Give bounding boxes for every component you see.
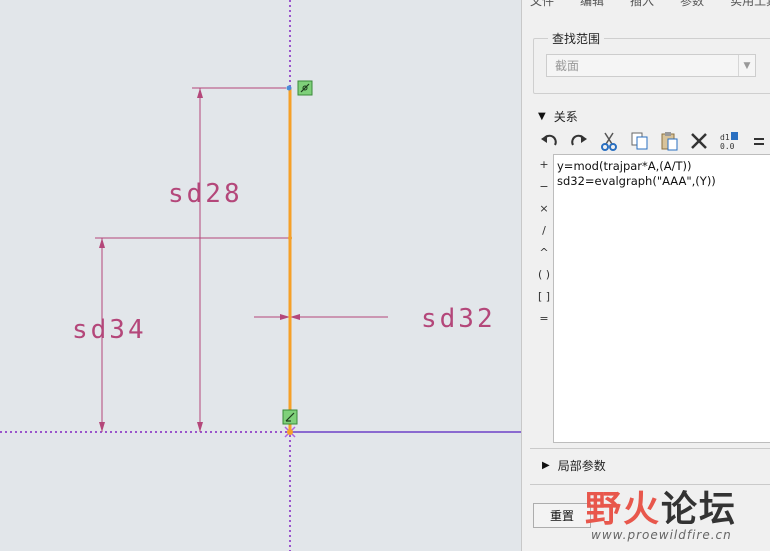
relation-line: sd32=evalgraph("AAA",(Y)) — [557, 174, 716, 188]
dimension-sd34[interactable]: sd34 — [72, 315, 147, 345]
search-scope-group: 查找范围 截面 ▼ — [533, 30, 770, 94]
svg-text:0.0: 0.0 — [720, 142, 735, 151]
relations-editor[interactable]: y=mod(trajpar*A,(A/T)) sd32=evalgraph("A… — [553, 154, 770, 443]
operator-minus[interactable]: − — [536, 176, 552, 198]
divider — [530, 448, 770, 449]
dimension-sd28[interactable]: sd28 — [168, 179, 243, 209]
operator-plus[interactable]: + — [536, 154, 552, 176]
cut-icon[interactable] — [598, 130, 620, 152]
local-params-title: 局部参数 — [557, 459, 606, 473]
operator-column: + − × / ^ ( ) [ ] = — [536, 154, 552, 330]
search-scope-value: 截面 — [555, 59, 580, 73]
trajectory-start-point[interactable] — [286, 85, 292, 91]
trajectory-midpoint — [288, 236, 292, 240]
endpoint-marker-icon — [297, 80, 313, 96]
menu-insert[interactable]: 插入 — [630, 0, 654, 8]
operator-multiply[interactable]: × — [536, 198, 552, 220]
svg-text:d1: d1 — [720, 133, 730, 142]
search-scope-title: 查找范围 — [548, 30, 605, 47]
dimension-sd32[interactable]: sd32 — [421, 304, 496, 334]
operator-brackets[interactable]: [ ] — [536, 286, 552, 308]
delete-icon[interactable] — [688, 130, 710, 152]
local-params-header[interactable]: ▶ 局部参数 — [542, 457, 606, 474]
menu-file[interactable]: 文件 — [530, 0, 554, 8]
divider — [530, 484, 770, 485]
sketch-canvas[interactable]: sd28 sd34 sd32 — [0, 0, 521, 551]
operator-power[interactable]: ^ — [536, 242, 552, 264]
sd28-arrow-bottom — [197, 422, 203, 432]
collapse-triangle-icon: ▼ — [538, 111, 546, 122]
menu-bar: 文件 编辑 插入 参数 实用工具 — [522, 0, 770, 8]
reset-button[interactable]: 重置 — [533, 503, 591, 528]
redo-icon[interactable] — [568, 130, 590, 152]
expand-triangle-icon: ▶ — [542, 460, 550, 471]
relations-title: 关系 — [553, 110, 578, 124]
sd34-arrow-top — [99, 238, 105, 248]
menu-parameters[interactable]: 参数 — [680, 0, 704, 8]
evaluate-icon[interactable]: d1 0.0 — [718, 130, 740, 152]
operator-equals[interactable]: = — [536, 308, 552, 330]
operator-parentheses[interactable]: ( ) — [536, 264, 552, 286]
sketch-svg[interactable]: sd28 sd34 sd32 — [0, 0, 521, 551]
menu-utilities[interactable]: 实用工具 — [730, 0, 770, 8]
relations-panel: 文件 编辑 插入 参数 实用工具 查找范围 截面 ▼ ▼ 关系 — [521, 0, 770, 551]
menu-edit[interactable]: 编辑 — [580, 0, 604, 8]
operator-divide[interactable]: / — [536, 220, 552, 242]
undo-icon[interactable] — [538, 130, 560, 152]
search-scope-select[interactable]: 截面 ▼ — [546, 54, 756, 77]
sd28-arrow-top — [197, 88, 203, 98]
chevron-down-icon[interactable]: ▼ — [738, 55, 755, 76]
copy-icon[interactable] — [628, 130, 650, 152]
relations-toolbar: d1 0.0 — [538, 130, 770, 152]
paste-icon[interactable] — [658, 130, 680, 152]
sd34-arrow-bottom — [99, 422, 105, 432]
startpoint-marker-icon — [282, 409, 298, 425]
equals-icon[interactable] — [748, 130, 770, 152]
relations-header[interactable]: ▼ 关系 — [538, 108, 578, 125]
relation-line: y=mod(trajpar*A,(A/T)) — [557, 159, 692, 173]
